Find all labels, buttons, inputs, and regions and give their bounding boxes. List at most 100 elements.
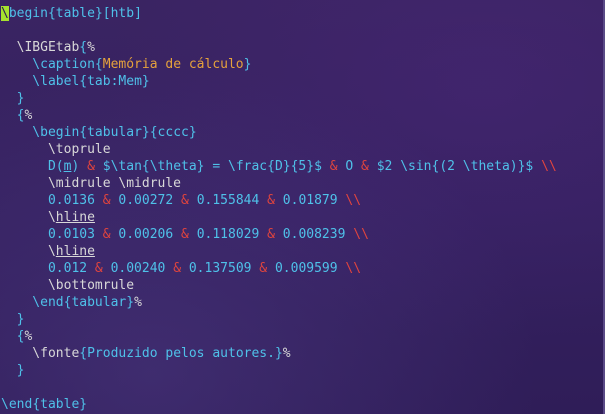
code-token: \\: [533, 159, 557, 174]
code-token: 0.01879: [282, 193, 338, 208]
code-token: \begin: [1, 125, 80, 140]
code-line[interactable]: }: [1, 362, 601, 379]
editor-window: \begin{table}[htb] \IBGEtab{% \caption{M…: [0, 0, 605, 414]
code-token: %: [282, 346, 291, 361]
text-cursor: \: [1, 6, 9, 21]
code-token: {: [32, 397, 41, 412]
code-line[interactable]: \begin{table}[htb]: [1, 5, 601, 22]
code-token: }: [94, 6, 103, 21]
code-token: \end: [1, 295, 64, 310]
code-token: tabular: [87, 125, 142, 140]
code-token: \\: [337, 261, 362, 276]
code-line[interactable]: }: [1, 311, 601, 328]
code-token: \: [1, 244, 56, 259]
code-token: hline: [55, 244, 95, 259]
code-token: \IBGEtab: [1, 40, 80, 55]
code-line[interactable]: \caption{Memória de cálculo}: [1, 56, 601, 73]
code-line[interactable]: \end{tabular}%: [1, 294, 601, 311]
code-line[interactable]: 0.012 & 0.00240 & 0.137509 & 0.009599 \\: [1, 260, 601, 277]
code-token: %: [24, 329, 33, 344]
code-token: 0.012: [1, 261, 88, 276]
code-token: %: [24, 108, 33, 123]
code-token: {: [79, 346, 88, 361]
code-line[interactable]: \IBGEtab{%: [1, 39, 601, 56]
code-line[interactable]: [1, 22, 601, 39]
code-token: \end: [1, 397, 33, 412]
code-token: table: [55, 6, 95, 21]
code-token: begin: [8, 6, 48, 21]
code-token: &: [165, 261, 189, 276]
code-token: }: [243, 57, 252, 72]
code-token: \midrule \midrule: [1, 176, 182, 191]
code-token: 0.00272: [118, 193, 174, 208]
code-token: \\: [345, 227, 369, 242]
code-token: {: [94, 57, 103, 72]
code-token: tab:Mem: [87, 74, 142, 89]
code-token: \: [1, 210, 56, 225]
code-line[interactable]: \bottomrule: [1, 277, 601, 294]
code-token: }: [1, 312, 25, 327]
code-line[interactable]: }: [1, 90, 601, 107]
code-token: &: [87, 261, 111, 276]
code-token: {: [79, 74, 88, 89]
code-token: %: [87, 40, 95, 55]
code-line[interactable]: [1, 379, 601, 396]
code-line[interactable]: 0.0136 & 0.00272 & 0.155844 & 0.01879 \\: [1, 192, 601, 209]
code-token: }: [1, 363, 25, 378]
code-token: &: [251, 261, 275, 276]
code-token: &: [94, 227, 119, 242]
code-token: &: [353, 159, 377, 174]
code-token: {: [79, 40, 88, 55]
code-token: {: [47, 6, 56, 21]
code-line[interactable]: D(m) & $\tan{\theta} = \frac{D}{5}$ & O …: [1, 158, 601, 175]
code-editor[interactable]: \begin{table}[htb] \IBGEtab{% \caption{M…: [1, 5, 601, 413]
code-line[interactable]: \toprule: [1, 141, 601, 158]
code-token: 0.155844: [196, 193, 260, 208]
code-token: \label: [1, 74, 80, 89]
code-line[interactable]: \fonte{Produzido pelos autores.}%: [1, 345, 601, 362]
code-token: &: [173, 227, 197, 242]
code-line[interactable]: \hline: [1, 209, 601, 226]
code-line[interactable]: {%: [1, 107, 601, 124]
code-token: &: [321, 159, 346, 174]
code-token: \bottomrule: [1, 278, 135, 293]
code-token: table: [40, 397, 80, 412]
code-token: &: [259, 193, 283, 208]
code-line[interactable]: {%: [1, 328, 601, 345]
code-token: \toprule: [1, 142, 111, 157]
code-token: 0.0136: [1, 193, 95, 208]
code-token: $2 \sin{(2 \theta)}$: [376, 159, 534, 174]
code-line[interactable]: \midrule \midrule: [1, 175, 601, 192]
code-token: }: [126, 295, 135, 310]
code-token: hline: [55, 210, 95, 225]
code-token: \fonte: [1, 346, 80, 361]
code-token: {cccc}: [149, 125, 197, 140]
code-token: %: [134, 295, 142, 310]
code-token: }: [274, 346, 283, 361]
code-token: {: [1, 329, 25, 344]
code-token: {: [79, 125, 88, 140]
code-token: 0.009599: [274, 261, 338, 276]
code-token: &: [79, 159, 103, 174]
code-token: &: [94, 193, 119, 208]
code-token: }: [79, 397, 88, 412]
code-line[interactable]: 0.0103 & 0.00206 & 0.118029 & 0.008239 \…: [1, 226, 601, 243]
code-line[interactable]: \hline: [1, 243, 601, 260]
code-line[interactable]: \begin{tabular}{cccc}: [1, 124, 601, 141]
code-token: }: [141, 125, 150, 140]
code-token: Memória de cálculo: [102, 57, 244, 72]
code-line[interactable]: \label{tab:Mem}: [1, 73, 601, 90]
code-token: tabular: [71, 295, 127, 310]
code-token: 0.0103: [1, 227, 95, 242]
code-token: 0.137509: [188, 261, 252, 276]
code-token: \caption: [1, 57, 95, 72]
code-token: &: [259, 227, 283, 242]
code-token: 0.00240: [110, 261, 166, 276]
code-token: [htb]: [102, 6, 142, 21]
code-token: }: [141, 74, 150, 89]
code-line[interactable]: \end{table}: [1, 396, 601, 413]
code-token: $\tan{\theta} = \frac{D}{5}$: [102, 159, 322, 174]
code-token: 0.008239: [282, 227, 346, 242]
code-token: Produzido pelos autores.: [87, 346, 275, 361]
code-token: &: [173, 193, 197, 208]
